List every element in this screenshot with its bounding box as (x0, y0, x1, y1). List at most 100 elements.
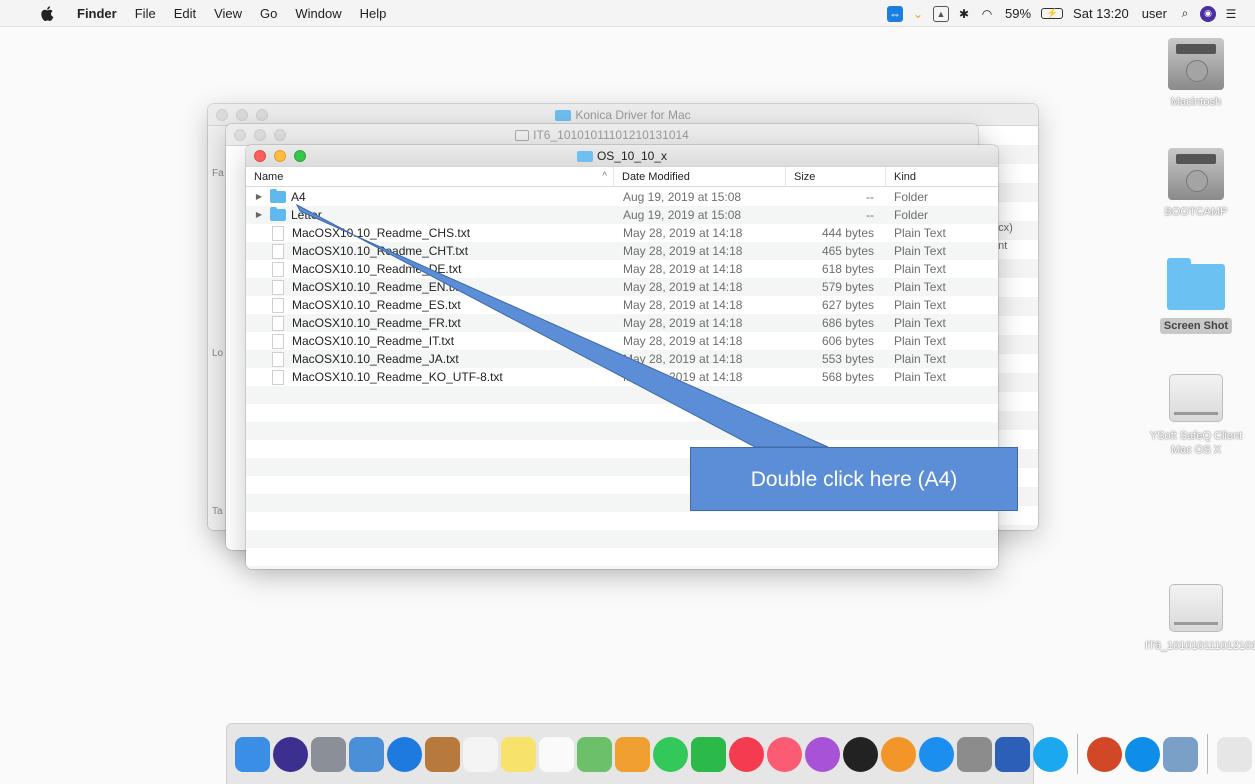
cell-kind: Plain Text (894, 244, 946, 258)
column-header-date[interactable]: Date Modified (614, 167, 786, 187)
menu-file[interactable]: File (126, 0, 165, 27)
wifi-icon[interactable]: ◠ (979, 6, 995, 22)
close-button[interactable] (234, 129, 246, 141)
menu-view[interactable]: View (205, 0, 251, 27)
table-row[interactable]: MacOSX10.10_Readme_FR.txt May 28, 2019 at… (246, 314, 998, 332)
column-header-kind[interactable]: Kind (886, 167, 998, 187)
user-menu[interactable]: user (1139, 6, 1170, 21)
desktop-icon-ysoft-safeq[interactable]: YSoft SafeQ Client Mac OS X (1141, 374, 1251, 458)
reminders-icon[interactable] (539, 736, 574, 772)
cell-name: MacOSX10.10_Readme_CHS.txt (254, 224, 600, 242)
table-row[interactable]: MacOSX10.10_Readme_EN.txt May 28, 2019 at… (246, 278, 998, 296)
window-controls (234, 129, 286, 141)
tv-icon[interactable] (843, 736, 878, 772)
window-titlebar[interactable]: OS_10_10_x (246, 145, 998, 167)
window-titlebar[interactable]: IT6_10101011101210131014 (226, 124, 978, 146)
safari-icon[interactable] (387, 736, 422, 772)
apple-menu-icon[interactable] (40, 5, 54, 21)
menu-help[interactable]: Help (351, 0, 396, 27)
notification-center-icon[interactable]: ☰ (1223, 6, 1239, 22)
desktop-icon-bootcamp[interactable]: BOOTCAMP (1141, 148, 1251, 220)
text-file-icon (272, 351, 284, 367)
battery-percent[interactable]: 59% (1002, 6, 1034, 21)
cell-date-modified: May 28, 2019 at 14:18 (623, 244, 743, 258)
window-title: OS_10_10_x (576, 145, 667, 167)
trash-icon[interactable] (1217, 736, 1252, 772)
photo-preview-icon[interactable] (349, 736, 384, 772)
zoom-button[interactable] (256, 109, 268, 121)
word-icon[interactable] (995, 736, 1030, 772)
dock-separator (1207, 734, 1208, 774)
cell-size: 579 bytes (821, 280, 874, 294)
zoom-button[interactable] (274, 129, 286, 141)
minimize-button[interactable] (274, 150, 286, 162)
table-row[interactable]: MacOSX10.10_Readme_CHS.txt May 28, 2019 a… (246, 224, 998, 242)
zoom-button[interactable] (294, 150, 306, 162)
skype-icon[interactable] (1033, 736, 1068, 772)
siri-status-icon[interactable]: ◉ (1200, 5, 1216, 22)
table-row[interactable]: ▶ Letter Aug 19, 2019 at 15:08 -- Folder (246, 206, 998, 224)
disclosure-triangle-icon[interactable]: ▶ (254, 188, 264, 206)
launchpad-icon[interactable] (311, 736, 346, 772)
bluetooth-icon[interactable]: ✱ (956, 6, 972, 22)
spotlight-search-icon[interactable]: ⌕ (1177, 6, 1193, 22)
menu-go[interactable]: Go (251, 0, 286, 27)
contacts-icon[interactable] (425, 736, 460, 772)
disclosure-triangle-icon[interactable]: ▶ (254, 206, 264, 224)
cell-size: -- (866, 190, 874, 204)
column-header-name[interactable]: Name ^ (246, 167, 614, 187)
close-button[interactable] (216, 109, 228, 121)
preview-icon[interactable] (1163, 736, 1198, 772)
column-header-size[interactable]: Size (786, 167, 886, 187)
table-row[interactable]: MacOSX10.10_Readme_ES.txt May 28, 2019 at… (246, 296, 998, 314)
table-row[interactable]: ▶ A4 Aug 19, 2019 at 15:08 -- Folder (246, 188, 998, 206)
maps-icon[interactable] (577, 736, 612, 772)
cell-kind: Plain Text (894, 370, 946, 384)
window-titlebar[interactable]: Konica Driver for Mac (208, 104, 1038, 126)
table-row[interactable]: MacOSX10.10_Readme_JA.txt May 28, 2019 at… (246, 350, 998, 368)
app-menu-finder[interactable]: Finder (68, 0, 126, 27)
desktop-icon-macintosh[interactable]: Macintosh (1141, 38, 1251, 110)
table-row[interactable]: MacOSX10.10_Readme_IT.txt May 28, 2019 at… (246, 332, 998, 350)
siri-icon[interactable] (273, 736, 308, 772)
cell-name: MacOSX10.10_Readme_JA.txt (254, 350, 600, 368)
cell-name: MacOSX10.10_Readme_DE.txt (254, 260, 600, 278)
cell-name: MacOSX10.10_Readme_EN.txt (254, 278, 600, 296)
minimize-button[interactable] (254, 129, 266, 141)
finder-icon[interactable] (235, 736, 270, 772)
news-icon[interactable] (729, 736, 764, 772)
cell-size: 686 bytes (821, 316, 874, 330)
table-row[interactable]: MacOSX10.10_Readme_DE.txt May 28, 2019 at… (246, 260, 998, 278)
messages-icon[interactable] (653, 736, 688, 772)
minimize-button[interactable] (236, 109, 248, 121)
cell-kind: Plain Text (894, 316, 946, 330)
cell-kind: Plain Text (894, 352, 946, 366)
close-button[interactable] (254, 150, 266, 162)
menu-window[interactable]: Window (286, 0, 350, 27)
teamviewer-status-icon[interactable]: ⇔ (887, 5, 904, 22)
clock[interactable]: Sat 13:20 (1070, 6, 1132, 21)
desktop-icon-it6-disk[interactable]: IT6_10101011101210131014 (1141, 584, 1255, 654)
app-store-icon[interactable] (919, 736, 954, 772)
photos-icon[interactable] (615, 736, 650, 772)
teamviewer-icon[interactable] (1125, 736, 1160, 772)
podcasts-icon[interactable] (805, 736, 840, 772)
screen-status-icon[interactable]: ▲ (933, 5, 950, 22)
battery-icon[interactable]: ⚡ (1041, 8, 1064, 19)
facetime-icon[interactable] (691, 736, 726, 772)
cell-date-modified: May 28, 2019 at 14:18 (623, 298, 743, 312)
text-file-icon (272, 243, 284, 259)
music-icon[interactable] (767, 736, 802, 772)
desktop-icon-screen-shot[interactable]: Screen Shot (1141, 258, 1251, 334)
notes-icon[interactable] (501, 736, 536, 772)
system-preferences-icon[interactable] (957, 736, 992, 772)
text-file-icon (272, 261, 284, 277)
calendar-icon[interactable] (463, 736, 498, 772)
menu-edit[interactable]: Edit (165, 0, 205, 27)
powerpoint-icon[interactable] (1087, 736, 1122, 772)
table-row[interactable]: MacOSX10.10_Readme_KO_UTF-8.txt May 28, 2… (246, 368, 998, 386)
books-icon[interactable] (881, 736, 916, 772)
table-row[interactable]: MacOSX10.10_Readme_CHT.txt May 28, 2019 a… (246, 242, 998, 260)
ysoft-status-icon[interactable]: ⌄ (910, 6, 926, 22)
folder-icon (1167, 258, 1225, 310)
